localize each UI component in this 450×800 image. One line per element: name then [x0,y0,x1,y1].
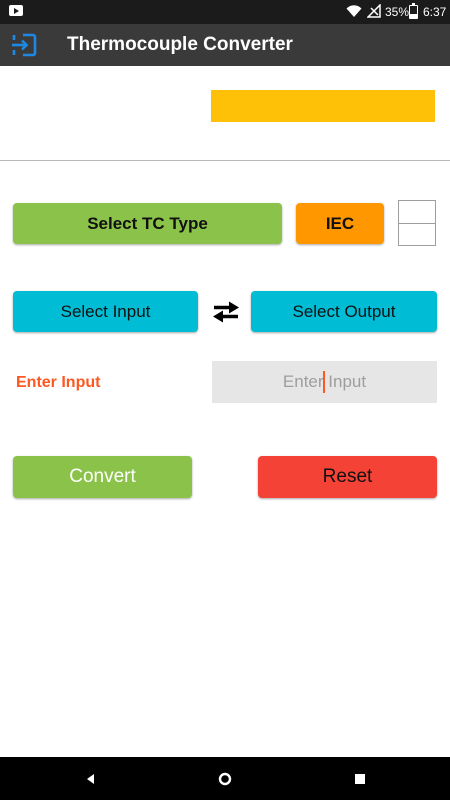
battery-icon [409,3,418,19]
clock: 6:37 [423,5,447,19]
select-input-button[interactable]: Select Input [13,291,198,332]
iec-standard-button[interactable]: IEC [296,203,384,244]
home-icon[interactable] [214,768,236,790]
battery-percentage: 35% [385,5,410,19]
status-bar: 35% 6:37 [0,0,450,24]
swap-arrows-icon[interactable] [211,300,241,324]
result-display [211,90,435,122]
back-icon[interactable] [81,768,103,790]
select-tc-type-button[interactable]: Select TC Type [13,203,282,244]
select-output-button[interactable]: Select Output [251,291,437,332]
divider [0,160,450,161]
unit-selector[interactable] [398,200,436,246]
app-title: Thermocouple Converter [67,34,293,55]
reset-button[interactable]: Reset [258,456,437,498]
enter-input-label: Enter Input [16,374,101,391]
exit-icon[interactable] [11,33,37,57]
youtube-icon [9,5,23,16]
wifi-icon [346,5,362,17]
nav-bar [0,757,450,800]
recents-icon[interactable] [349,768,371,790]
app-bar: Thermocouple Converter [0,24,450,66]
convert-button[interactable]: Convert [13,456,192,498]
signal-icon [367,4,381,18]
text-cursor [323,371,325,393]
